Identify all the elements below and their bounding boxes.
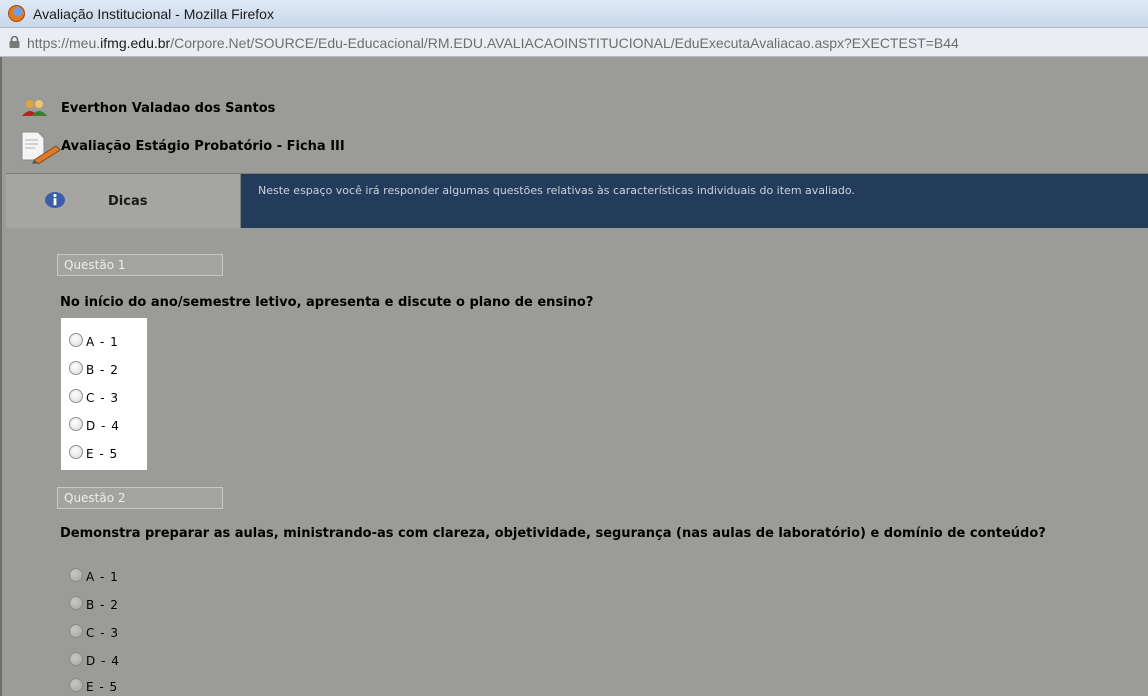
answer-option-label: E - 5 (86, 447, 119, 461)
radio-button[interactable] (69, 596, 83, 610)
radio-button[interactable] (69, 333, 83, 347)
evaluation-title: Avaliação Estágio Probatório - Ficha III (61, 139, 345, 154)
url-text[interactable]: https://meu.ifmg.edu.br/Corpore.Net/SOUR… (27, 35, 959, 51)
answer-option-label: A - 1 (86, 335, 119, 349)
tips-toggle[interactable]: Dicas (6, 174, 241, 228)
radio-button[interactable] (69, 445, 83, 459)
tips-panel: Neste espaço você irá responder algumas … (241, 174, 1148, 228)
tips-label: Dicas (108, 194, 148, 209)
answer-option-label: E - 5 (86, 680, 119, 694)
user-name: Everthon Valadao dos Santos (61, 101, 276, 116)
radio-button[interactable] (69, 678, 83, 692)
radio-button[interactable] (69, 389, 83, 403)
tips-text: Neste espaço você irá responder algumas … (258, 184, 855, 197)
answer-option-label: B - 2 (86, 598, 119, 612)
firefox-logo-icon (8, 5, 25, 22)
radio-button[interactable] (69, 568, 83, 582)
answer-option-label: D - 4 (86, 419, 120, 433)
radio-button[interactable] (69, 624, 83, 638)
question-number-box: Questão 1 (57, 254, 223, 276)
answer-option-label: C - 3 (86, 391, 119, 405)
answer-option-label: D - 4 (86, 654, 120, 668)
answer-option-label: A - 1 (86, 570, 119, 584)
document-edit-icon (21, 131, 61, 164)
question-text: No início do ano/semestre letivo, aprese… (60, 295, 594, 310)
radio-button[interactable] (69, 361, 83, 375)
info-icon (45, 192, 65, 208)
users-icon (22, 100, 47, 116)
answer-option-label: C - 3 (86, 626, 119, 640)
radio-button[interactable] (69, 652, 83, 666)
window-title: Avaliação Institucional - Mozilla Firefo… (33, 6, 274, 22)
question-number-box: Questão 2 (57, 487, 223, 509)
radio-button[interactable] (69, 417, 83, 431)
answer-option-label: B - 2 (86, 363, 119, 377)
address-bar[interactable]: https://meu.ifmg.edu.br/Corpore.Net/SOUR… (0, 28, 1148, 57)
url-domain: ifmg.edu.br (100, 35, 171, 51)
tips-bar: Dicas Neste espaço você irá responder al… (6, 173, 1148, 228)
lock-icon (9, 36, 20, 48)
window-titlebar: Avaliação Institucional - Mozilla Firefo… (0, 0, 1148, 28)
question-text: Demonstra preparar as aulas, ministrando… (60, 526, 1046, 541)
